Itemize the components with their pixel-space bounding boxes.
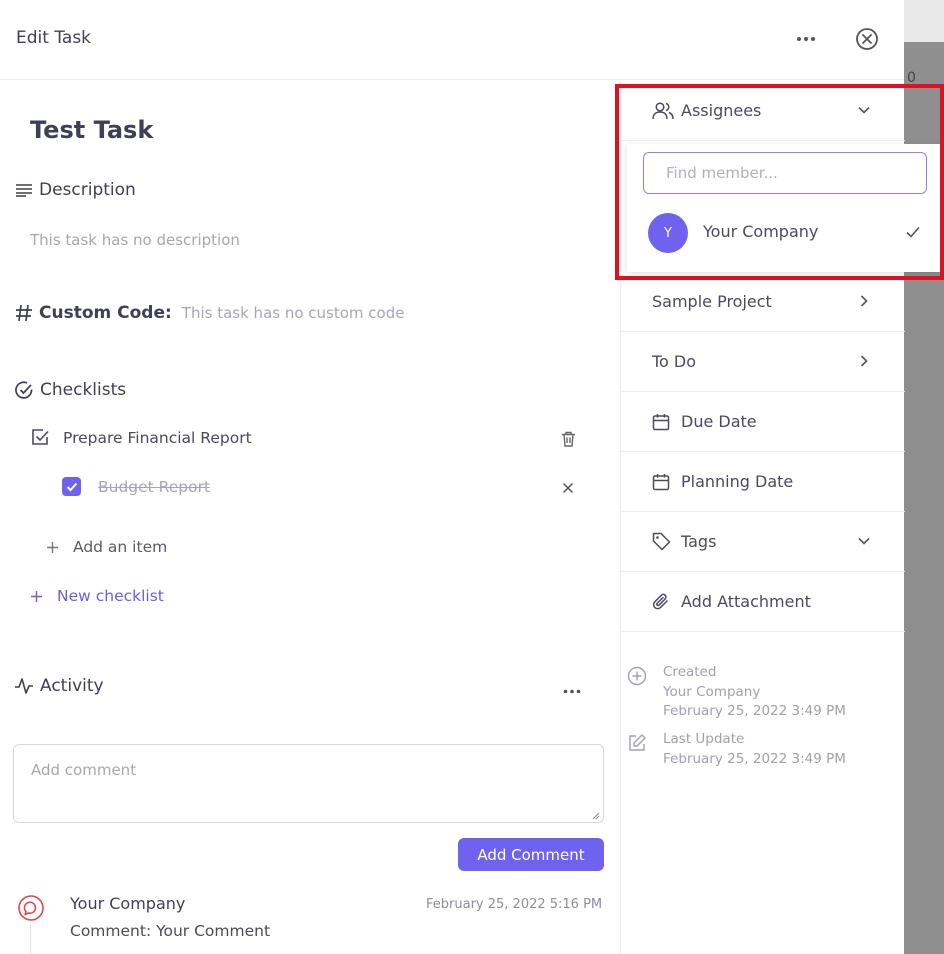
add-attachment-label: Add Attachment [681,592,811,611]
assignees-label: Assignees [681,101,762,120]
created-label: Created [663,664,717,680]
due-date-row[interactable]: Due Date [621,392,905,452]
add-item-button[interactable]: Add an item [46,538,167,556]
checklist-item-checkbox[interactable] [62,477,81,496]
resize-grip-icon[interactable] [590,810,600,820]
comment-text: Comment: Your Comment [70,922,271,940]
x-icon [562,482,574,494]
backdrop-top [904,0,944,42]
checklist-group-title[interactable]: Prepare Financial Report [63,429,252,447]
chevron-right-icon [860,295,868,307]
checkmark-icon [66,482,77,491]
checkmark-icon [906,226,920,238]
paperclip-icon [652,593,668,609]
custom-code-row: Custom Code: This task has no custom cod… [15,303,404,323]
created-by: Your Company [663,683,761,700]
due-date-label: Due Date [681,412,757,431]
checklist-icon [32,429,49,445]
comment-timestamp: February 25, 2022 5:16 PM [426,897,603,912]
add-comment-button[interactable]: Add Comment [458,838,604,871]
updated-info: Last Update February 25, 2022 3:49 PM [663,730,846,769]
activity-heading-label: Activity [40,676,104,696]
planning-date-label: Planning Date [681,472,794,491]
status-label: To Do [652,352,697,371]
close-circle-icon [856,28,878,50]
plus-icon [31,590,42,602]
remove-item-button[interactable] [558,478,578,498]
checklist-item-label[interactable]: Budget Report [98,478,210,496]
plus-circle-icon [627,666,647,686]
activity-heading: Activity [14,676,104,696]
tag-icon [652,532,671,551]
assignee-dropdown: Y Your Company [627,144,942,272]
chevron-down-icon [858,537,870,545]
task-title[interactable]: Test Task [30,116,153,144]
chevron-right-icon [860,355,868,367]
edit-task-modal: Edit Task Test Task Description This tas… [0,0,944,954]
planning-date-row[interactable]: Planning Date [621,452,905,512]
description-heading-label: Description [39,180,136,200]
checklists-heading: Checklists [14,380,126,400]
custom-code-label: Custom Code: [39,303,172,323]
text-lines-icon [16,184,32,197]
comment-bubble-icon [18,895,44,921]
more-options-button[interactable] [793,26,819,52]
hash-icon [16,304,32,322]
find-member-input[interactable] [643,152,927,194]
add-attachment-row[interactable]: Add Attachment [621,572,905,632]
created-date: February 25, 2022 3:49 PM [663,703,846,719]
assignees-row[interactable]: Assignees [621,81,905,141]
chevron-down-icon [858,106,870,114]
trash-icon [561,431,575,447]
updated-date: February 25, 2022 3:49 PM [663,750,846,767]
more-horizontal-icon [563,689,581,693]
status-row[interactable]: To Do [621,332,905,392]
tags-label: Tags [681,532,717,551]
edit-icon [629,734,646,751]
comment-author: Your Company [70,894,186,913]
checklist-item: Budget Report [62,477,210,496]
plus-icon [47,541,58,553]
description-empty-text[interactable]: This task has no description [30,231,240,249]
new-checklist-label: New checklist [57,587,164,605]
more-horizontal-icon [797,37,815,41]
calendar-icon [652,413,670,430]
member-option[interactable]: Y Your Company [627,210,942,260]
add-item-label: Add an item [73,538,168,556]
comment-input[interactable] [13,744,604,823]
created-info: Created Your Company February 25, 2022 3… [663,663,846,722]
backdrop-glyph: 0 [907,70,916,86]
activity-pulse-icon [15,678,33,694]
tags-row[interactable]: Tags [621,512,905,572]
checklist-group: Prepare Financial Report [31,428,252,447]
checklists-heading-label: Checklists [40,380,127,400]
delete-checklist-button[interactable] [558,429,578,449]
modal-header: Edit Task [0,0,904,80]
member-name: Your Company [703,222,819,241]
custom-code-empty-text[interactable]: This task has no custom code [182,304,405,322]
comment-timeline-line [30,925,31,954]
check-circle-icon [15,381,33,399]
updated-label: Last Update [663,731,745,747]
new-checklist-button[interactable]: New checklist [30,587,164,605]
users-icon [652,101,674,119]
description-heading: Description [15,180,136,200]
modal-title: Edit Task [16,28,92,48]
project-row[interactable]: Sample Project [621,272,905,332]
activity-options-button[interactable] [562,681,582,701]
close-button[interactable] [854,26,880,52]
member-avatar: Y [648,213,688,253]
calendar-icon [652,473,670,490]
project-label: Sample Project [652,292,772,311]
